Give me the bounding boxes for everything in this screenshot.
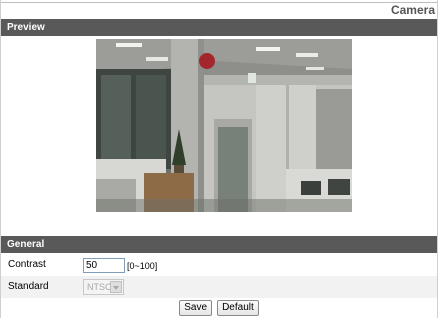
page-title: Camera	[1, 2, 437, 18]
standard-selected-value: NTSC	[87, 282, 112, 292]
general-section-title: General	[7, 239, 45, 250]
standard-select[interactable]: NTSC	[83, 279, 124, 295]
contrast-label: Contrast	[8, 259, 46, 270]
preview-section-title: Preview	[7, 22, 45, 33]
camera-scene	[96, 39, 352, 212]
save-button[interactable]: Save	[179, 300, 213, 316]
chevron-down-icon	[110, 281, 122, 293]
camera-preview-image	[96, 39, 352, 212]
contrast-range-hint: [0~100]	[127, 261, 158, 271]
contrast-row: Contrast [0~100]	[1, 254, 437, 276]
contrast-input[interactable]	[83, 258, 125, 273]
default-button[interactable]: Default	[217, 300, 259, 316]
standard-label: Standard	[8, 281, 49, 292]
action-buttons: Save Default	[1, 298, 437, 318]
general-section-header: General	[1, 236, 437, 253]
preview-section-header: Preview	[1, 19, 437, 36]
standard-row: Standard NTSC	[1, 276, 437, 298]
preview-area	[1, 36, 437, 236]
